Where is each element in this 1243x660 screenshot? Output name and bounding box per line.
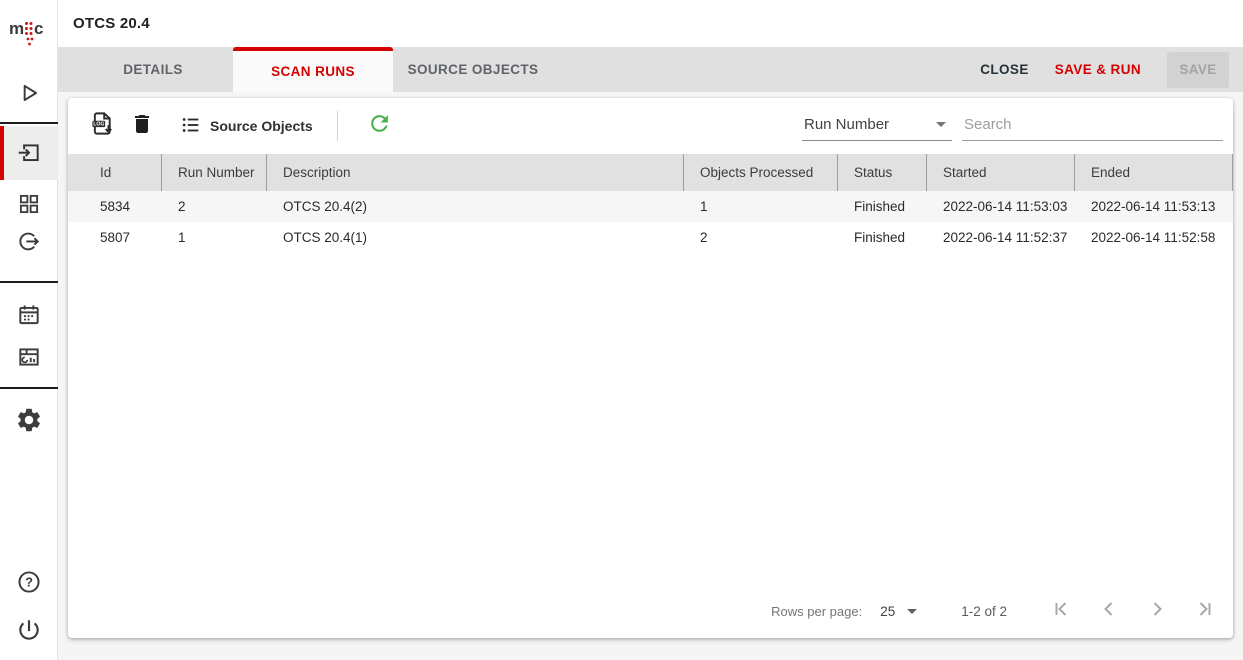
sidebar-item-run[interactable] xyxy=(0,75,58,111)
table-cell: 1 xyxy=(684,191,838,222)
sidebar-item-settings[interactable] xyxy=(0,402,58,438)
tab-details[interactable]: DETAILS xyxy=(73,47,233,92)
sidebar-item-apps[interactable] xyxy=(0,186,58,222)
sidebar-item-help[interactable]: ? xyxy=(0,564,58,600)
table-toolbar: LOG xyxy=(68,98,1233,154)
chevron-down-icon xyxy=(936,122,946,127)
table-cell: 2 xyxy=(684,222,838,253)
column-header-status[interactable]: Status xyxy=(838,154,927,191)
sidebar-divider xyxy=(0,387,58,389)
column-header-ended[interactable]: Ended xyxy=(1075,154,1233,191)
sidebar-divider xyxy=(0,122,58,124)
toolbar-divider xyxy=(337,111,338,141)
rows-per-page-label: Rows per page: xyxy=(771,604,862,619)
mc-logo[interactable]: m c xyxy=(0,10,58,50)
trash-icon xyxy=(130,112,154,141)
pagination-range: 1-2 of 2 xyxy=(961,604,1007,619)
column-header-description[interactable]: Description xyxy=(267,154,684,191)
refresh-button[interactable] xyxy=(360,108,400,144)
dashboard-icon xyxy=(16,344,42,370)
svg-text:LOG: LOG xyxy=(93,122,104,128)
sidebar-item-logout[interactable] xyxy=(0,612,58,648)
content-area: LOG xyxy=(58,92,1243,660)
scan-runs-card: LOG xyxy=(68,98,1233,638)
last-page-button[interactable] xyxy=(1193,599,1217,623)
rows-per-page-select[interactable]: 25 xyxy=(880,604,917,619)
table-cell: 5807 xyxy=(68,222,162,253)
sidebar-item-dashboard[interactable] xyxy=(0,339,58,375)
next-page-button[interactable] xyxy=(1145,599,1169,623)
sidebar-item-export[interactable] xyxy=(0,224,58,260)
table-cell: Finished xyxy=(838,222,927,253)
table-row[interactable]: 58071OTCS 20.4(1)2Finished2022-06-14 11:… xyxy=(68,222,1233,253)
table-cell: OTCS 20.4(2) xyxy=(267,191,684,222)
export-icon xyxy=(16,229,42,255)
tab-source-objects[interactable]: SOURCE OBJECTS xyxy=(393,47,553,92)
download-log-icon: LOG xyxy=(89,110,116,142)
help-icon: ? xyxy=(15,568,43,596)
chevron-left-icon xyxy=(1097,597,1121,626)
table-cell: 2022-06-14 11:53:13 xyxy=(1075,191,1233,222)
svg-text:c: c xyxy=(34,19,43,38)
table-cell: 2 xyxy=(162,191,267,222)
source-objects-button[interactable]: Source Objects xyxy=(180,114,313,139)
refresh-icon xyxy=(367,111,392,141)
first-page-icon xyxy=(1049,597,1073,626)
pagination-bar: Rows per page: 25 1-2 of 2 xyxy=(68,584,1233,638)
table-body: 58342OTCS 20.4(2)1Finished2022-06-14 11:… xyxy=(68,191,1233,253)
gear-icon xyxy=(15,406,43,434)
last-page-icon xyxy=(1193,597,1217,626)
chevron-right-icon xyxy=(1145,597,1169,626)
close-button[interactable]: CLOSE xyxy=(980,62,1029,77)
save-and-run-button[interactable]: SAVE & RUN xyxy=(1055,62,1141,77)
table-header-row: IdRun NumberDescriptionObjects Processed… xyxy=(68,154,1233,191)
sidebar-item-scanners[interactable] xyxy=(0,126,58,180)
source-objects-label: Source Objects xyxy=(210,118,313,134)
table-cell: 2022-06-14 11:52:58 xyxy=(1075,222,1233,253)
scan-import-icon xyxy=(16,140,42,166)
table-row[interactable]: 58342OTCS 20.4(2)1Finished2022-06-14 11:… xyxy=(68,191,1233,222)
sidebar-divider xyxy=(0,281,58,283)
first-page-button[interactable] xyxy=(1049,599,1073,623)
table-cell: 2022-06-14 11:52:37 xyxy=(927,222,1075,253)
tab-scan-runs[interactable]: SCAN RUNS xyxy=(233,47,393,92)
svg-text:?: ? xyxy=(25,575,33,590)
column-header-run-number[interactable]: Run Number xyxy=(162,154,267,191)
table-cell: 2022-06-14 11:53:03 xyxy=(927,191,1075,222)
prev-page-button[interactable] xyxy=(1097,599,1121,623)
delete-button[interactable] xyxy=(122,108,162,144)
filter-column-value: Run Number xyxy=(804,116,889,133)
sidebar: m c xyxy=(0,0,58,660)
table-cell: 1 xyxy=(162,222,267,253)
table-cell: 5834 xyxy=(68,191,162,222)
power-icon xyxy=(16,617,42,643)
column-header-id[interactable]: Id xyxy=(68,154,162,191)
tab-bar: DETAILS SCAN RUNS SOURCE OBJECTS CLOSE S… xyxy=(58,47,1243,92)
filter-column-select[interactable]: Run Number xyxy=(802,111,952,141)
column-header-started[interactable]: Started xyxy=(927,154,1075,191)
table-cell: OTCS 20.4(1) xyxy=(267,222,684,253)
search-input[interactable] xyxy=(962,111,1223,141)
list-icon xyxy=(180,114,202,139)
play-icon xyxy=(16,80,42,106)
svg-text:m: m xyxy=(9,19,24,38)
sidebar-item-scheduler[interactable] xyxy=(0,297,58,333)
download-log-button[interactable]: LOG xyxy=(82,108,122,144)
table-cell: Finished xyxy=(838,191,927,222)
window-titlebar: OTCS 20.4 xyxy=(58,0,1243,47)
chevron-down-icon xyxy=(907,609,917,614)
column-header-objects-processed[interactable]: Objects Processed xyxy=(684,154,838,191)
apps-grid-icon xyxy=(16,191,42,217)
save-button[interactable]: SAVE xyxy=(1167,52,1229,88)
page-title: OTCS 20.4 xyxy=(73,15,150,32)
calendar-icon xyxy=(16,302,42,328)
rows-per-page-value: 25 xyxy=(880,604,895,619)
